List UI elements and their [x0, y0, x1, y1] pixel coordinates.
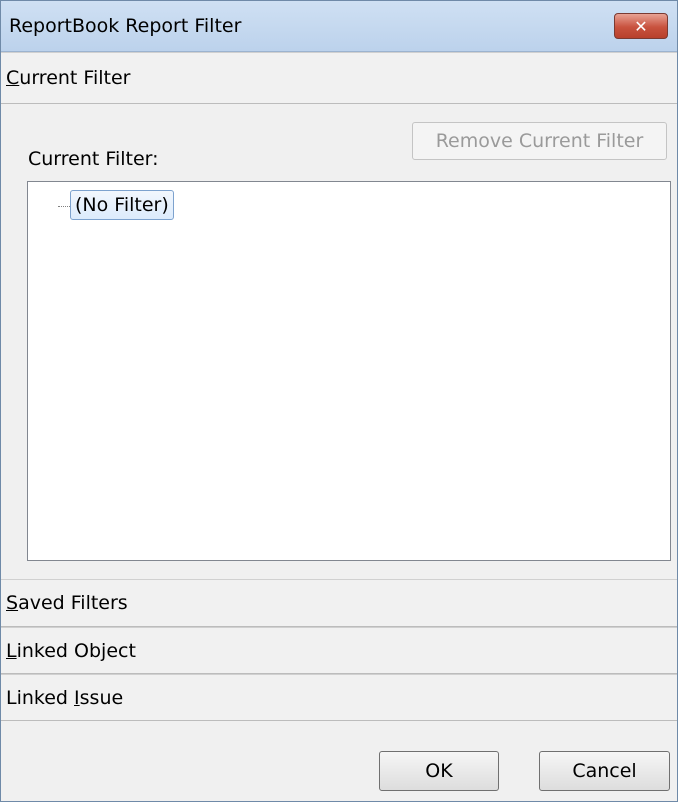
close-icon: ✕: [634, 16, 648, 36]
section-header-saved-filters[interactable]: Saved Filters: [1, 579, 677, 627]
section-label-linked-object: Linked Object: [6, 640, 136, 662]
section-header-linked-issue[interactable]: Linked Issue: [1, 674, 677, 721]
section-label-saved-filters: Saved Filters: [6, 592, 128, 614]
window-title: ReportBook Report Filter: [9, 15, 242, 37]
current-filter-panel: Remove Current Filter Current Filter: (N…: [1, 104, 677, 578]
section-header-current-filter[interactable]: Current Filter: [1, 52, 677, 104]
section-header-linked-object[interactable]: Linked Object: [1, 627, 677, 674]
remove-current-filter-button[interactable]: Remove Current Filter: [412, 122, 667, 160]
ok-button[interactable]: OK: [379, 751, 499, 791]
report-filter-dialog: ReportBook Report Filter ✕ Current Filte…: [0, 0, 678, 802]
title-bar[interactable]: ReportBook Report Filter ✕: [1, 1, 677, 52]
current-filter-label: Current Filter:: [28, 148, 159, 170]
close-button[interactable]: ✕: [614, 13, 668, 39]
tree-node-no-filter[interactable]: (No Filter): [70, 190, 174, 220]
section-label-current-filter: Current Filter: [6, 67, 131, 89]
filter-tree[interactable]: (No Filter): [27, 181, 671, 561]
cancel-button[interactable]: Cancel: [539, 751, 670, 791]
dialog-footer: OK Cancel: [1, 721, 677, 801]
section-label-linked-issue: Linked Issue: [6, 687, 124, 709]
